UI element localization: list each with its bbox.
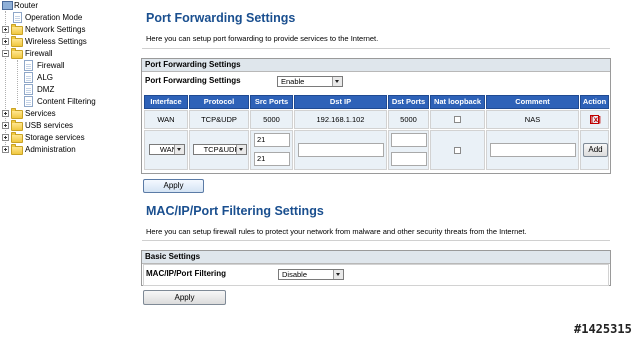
column-header: Action xyxy=(580,95,609,109)
expand-icon[interactable] xyxy=(2,26,9,33)
interface-select[interactable]: WAN xyxy=(149,144,185,155)
page-icon xyxy=(24,72,33,83)
port-forwarding-setting-row: Port Forwarding Settings Enable xyxy=(142,72,610,90)
chevron-down-icon xyxy=(236,145,246,154)
sidebar-item-label: ALG xyxy=(37,73,54,82)
folder-icon xyxy=(11,36,23,47)
setting-label: MAC/IP/Port Filtering xyxy=(146,269,226,278)
dst-port-to-input[interactable] xyxy=(391,152,427,166)
divider xyxy=(142,240,610,241)
computer-icon xyxy=(2,1,13,10)
cell-protocol: TCP&UDP xyxy=(189,110,249,129)
sidebar-item-label: Network Settings xyxy=(25,25,86,34)
dst-ip-input[interactable] xyxy=(298,143,384,157)
cell-nat-loopback xyxy=(430,110,485,129)
chevron-down-icon xyxy=(333,270,343,279)
table-header: Interface Protocol Src Ports Dst IP Dst … xyxy=(142,95,610,109)
section-description: Here you can setup firewall rules to pro… xyxy=(146,227,527,236)
port-forwarding-select[interactable]: Enable xyxy=(277,76,343,87)
chevron-down-icon xyxy=(174,145,184,154)
cell-comment xyxy=(486,130,579,170)
section-title: MAC/IP/Port Filtering Settings xyxy=(146,204,324,218)
cell-dst-ports xyxy=(388,130,429,170)
expand-icon[interactable] xyxy=(2,146,9,153)
cell-src-ports: 5000 xyxy=(250,110,293,129)
delete-rule-icon[interactable]: [x] xyxy=(590,115,601,124)
panel-title: Port Forwarding Settings xyxy=(142,59,610,72)
nat-loopback-checkbox[interactable] xyxy=(454,116,461,123)
sidebar-item-label: Storage services xyxy=(25,133,85,142)
column-header: Interface xyxy=(144,95,188,109)
folder-icon xyxy=(11,120,23,131)
sidebar-item-label: Firewall xyxy=(37,61,65,70)
protocol-select[interactable]: TCP&UDP xyxy=(193,144,247,155)
sidebar-item-label: Administration xyxy=(25,145,76,154)
mac-filtering-setting-row: MAC/IP/Port Filtering Disable xyxy=(143,264,609,286)
cell-src-ports: 21 21 xyxy=(250,130,293,170)
column-header: Src Ports xyxy=(250,95,293,109)
apply-port-forwarding-button[interactable]: Apply xyxy=(143,179,204,193)
tree-label: Router xyxy=(14,1,39,10)
column-header: Comment xyxy=(486,95,579,109)
folder-icon xyxy=(11,132,23,143)
sidebar-item-label: Wireless Settings xyxy=(25,37,87,46)
select-value: Disable xyxy=(282,270,308,279)
divider xyxy=(142,48,610,49)
apply-mac-filtering-button[interactable]: Apply xyxy=(143,290,226,305)
expand-icon[interactable] xyxy=(2,38,9,45)
dst-port-from-input[interactable] xyxy=(391,133,427,147)
page-title: Port Forwarding Settings xyxy=(146,11,296,25)
tree-connector xyxy=(17,60,18,104)
column-header: Dst Ports xyxy=(388,95,429,109)
sidebar-item-label: Content Filtering xyxy=(37,97,96,106)
folder-open-icon xyxy=(11,48,23,59)
cell-comment: NAS xyxy=(486,110,579,129)
expand-icon[interactable] xyxy=(2,110,9,117)
sidebar-item-label: Services xyxy=(25,109,56,118)
column-header: Nat loopback xyxy=(430,95,485,109)
basic-settings-panel: Basic Settings MAC/IP/Port Filtering Dis… xyxy=(141,250,611,286)
page-icon xyxy=(24,96,33,107)
cell-interface: WAN xyxy=(144,130,188,170)
sidebar-item-label: DMZ xyxy=(37,85,55,94)
cell-dst-ports: 5000 xyxy=(388,110,429,129)
cell-nat-loopback xyxy=(430,130,485,170)
cell-action: [x] xyxy=(580,110,609,129)
collapse-icon[interactable] xyxy=(2,50,9,57)
new-rule-row: WAN TCP&UDP 21 21 Add xyxy=(142,130,610,170)
cell-action: Add xyxy=(580,130,609,170)
column-header: Dst IP xyxy=(294,95,387,109)
page-icon xyxy=(24,84,33,95)
sidebar-item-label: Operation Mode xyxy=(25,13,83,22)
cell-dst-ip: 192.168.1.102 xyxy=(294,110,387,129)
src-port-to-input[interactable]: 21 xyxy=(254,152,290,166)
folder-icon xyxy=(11,144,23,155)
expand-icon[interactable] xyxy=(2,122,9,129)
folder-icon xyxy=(11,24,23,35)
add-rule-button[interactable]: Add xyxy=(583,143,608,157)
port-forwarding-panel: Port Forwarding Settings Port Forwarding… xyxy=(141,58,611,174)
cell-protocol: TCP&UDP xyxy=(189,130,249,170)
comment-input[interactable] xyxy=(490,143,576,157)
nat-loopback-checkbox[interactable] xyxy=(454,147,461,154)
page-icon xyxy=(24,60,33,71)
mac-filtering-select[interactable]: Disable xyxy=(278,269,344,280)
cell-dst-ip xyxy=(294,130,387,170)
column-header: Protocol xyxy=(189,95,249,109)
panel-title: Basic Settings xyxy=(142,251,610,264)
sidebar-item-label: USB services xyxy=(25,121,74,130)
watermark: #1425315 xyxy=(574,322,632,336)
expand-icon[interactable] xyxy=(2,134,9,141)
select-value: TCP&UDP xyxy=(203,145,240,154)
src-port-from-input[interactable]: 21 xyxy=(254,133,290,147)
chevron-down-icon xyxy=(332,77,342,86)
section-description: Here you can setup port forwarding to pr… xyxy=(146,34,379,43)
cell-interface: WAN xyxy=(144,110,188,129)
folder-icon xyxy=(11,108,23,119)
sidebar-item-label: Firewall xyxy=(25,49,53,58)
setting-label: Port Forwarding Settings xyxy=(145,76,241,85)
select-value: Enable xyxy=(281,77,305,86)
page-icon xyxy=(13,12,22,23)
table-row: WAN TCP&UDP 5000 192.168.1.102 5000 NAS … xyxy=(142,110,610,129)
